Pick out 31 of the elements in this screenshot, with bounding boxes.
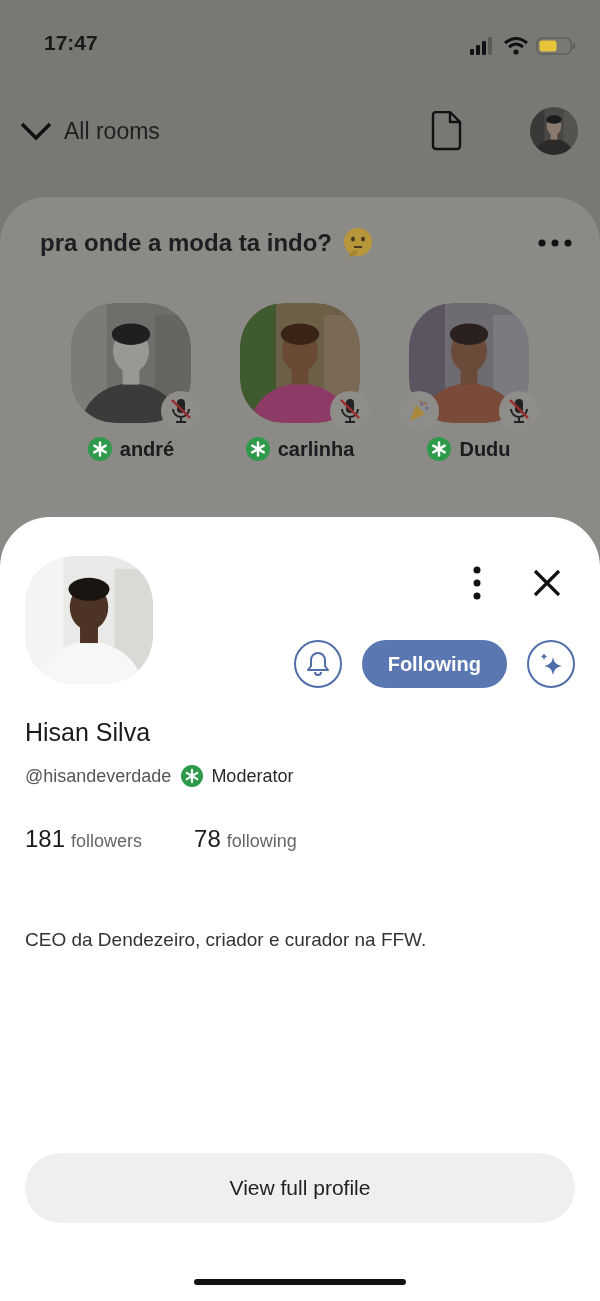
battery-icon [536,37,576,55]
party-popper-icon [407,399,431,423]
status-time: 17:47 [44,31,98,55]
profile-name: Hisan Silva [25,718,152,747]
view-full-profile-button[interactable]: View full profile [25,1153,575,1223]
chevron-down-icon [20,121,52,141]
close-icon[interactable] [533,569,561,597]
speaker-name: carlinha [277,437,355,461]
speaker-name: Dudu [459,437,511,461]
muted-mic-icon [169,397,193,425]
profile-avatar[interactable] [530,107,578,155]
more-icon[interactable] [473,566,481,600]
following-label[interactable]: following [226,831,297,852]
thinking-face-icon [342,227,375,259]
followers-count[interactable]: 181 [25,825,66,853]
muted-mic-icon [338,397,362,425]
bell-icon [305,651,330,677]
all-rooms-button[interactable]: All rooms [20,117,160,145]
sparkle-button[interactable] [527,640,575,688]
following-count[interactable]: 78 [194,825,221,853]
following-button[interactable]: Following [361,640,507,688]
wifi-icon [504,37,528,55]
profile-handle: @hisandeverdade [25,765,172,787]
muted-mic-icon [507,397,531,425]
role-label: Moderator [211,765,294,787]
document-icon[interactable] [430,111,462,151]
profile-bio: CEO da Dendezeiro, criador e curador na FFW. [25,929,428,951]
speaker-name: andré [119,437,175,461]
notification-button[interactable] [293,640,342,688]
followers-label[interactable]: followers [71,831,143,852]
room-title: pra onde a moda ta indo? [40,229,333,257]
